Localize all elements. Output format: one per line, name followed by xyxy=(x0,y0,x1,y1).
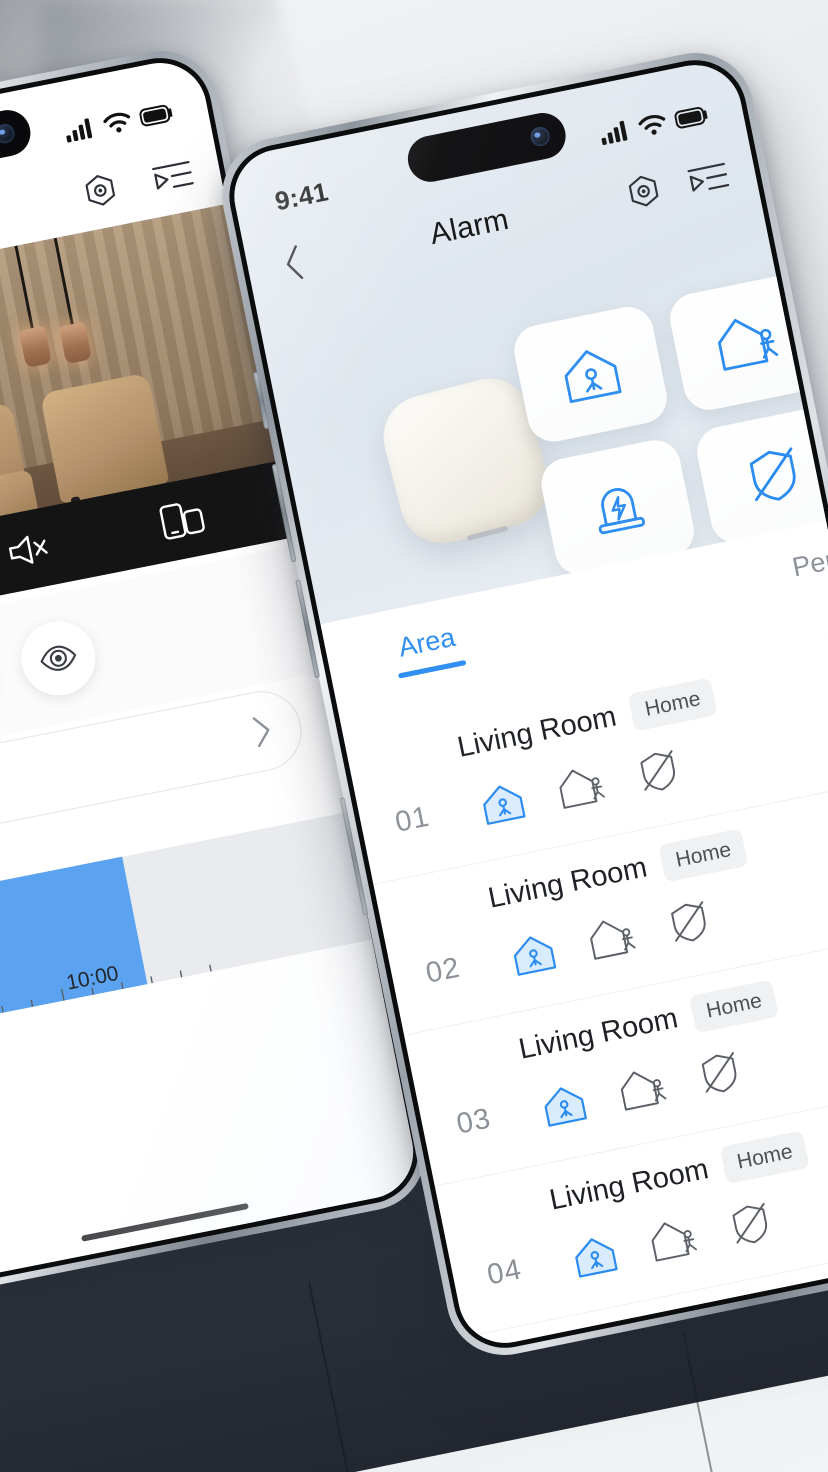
front-camera-icon xyxy=(0,122,17,145)
shield-slash-icon xyxy=(749,447,796,502)
tab-peripheral-wrapper: Periph xyxy=(780,536,828,604)
house-person-leaving-icon[interactable] xyxy=(552,761,610,814)
status-badge: Home xyxy=(719,1130,810,1185)
status-badge: Home xyxy=(627,677,718,732)
row-number: 02 xyxy=(423,951,464,990)
playlist-icon[interactable] xyxy=(685,158,733,200)
chevron-left-icon xyxy=(286,245,304,280)
status-indicators-left xyxy=(63,101,175,144)
battery-icon xyxy=(139,104,173,126)
signal-bars-icon xyxy=(601,120,628,146)
row-number: 03 xyxy=(453,1102,494,1141)
playback-header-actions xyxy=(78,154,197,213)
house-person-inside-icon[interactable] xyxy=(568,1230,622,1282)
playlist-icon[interactable] xyxy=(149,156,197,198)
status-indicators-right xyxy=(598,103,710,146)
row-title: Living Room xyxy=(546,1152,712,1217)
tab-area[interactable]: Area xyxy=(386,620,471,683)
row-number: 04 xyxy=(484,1253,525,1292)
shield-slash-icon[interactable] xyxy=(694,1048,746,1100)
tab-area-wrapper: Area xyxy=(386,620,471,683)
shield-slash-icon[interactable] xyxy=(725,1198,777,1250)
status-badge: Home xyxy=(658,828,749,883)
status-badge: Home xyxy=(689,979,780,1034)
wifi-icon xyxy=(638,115,666,135)
row-title: Living Room xyxy=(485,850,650,915)
eye-view-button[interactable] xyxy=(14,614,102,702)
row-mode-icons xyxy=(476,746,685,830)
house-person-inside-icon[interactable] xyxy=(537,1079,591,1131)
chevron-right-icon[interactable] xyxy=(247,711,278,751)
status-time-right: 9:41 xyxy=(272,175,331,216)
row-title: Living Room xyxy=(454,699,620,764)
alarm-header-actions xyxy=(621,156,732,214)
house-person-inside-icon[interactable] xyxy=(507,928,561,980)
rotate-screen-icon[interactable] xyxy=(156,496,209,542)
row-mode-icons xyxy=(537,1048,746,1132)
settings-icon[interactable] xyxy=(621,170,666,215)
wifi-icon xyxy=(103,112,131,133)
row-mode-icons xyxy=(507,897,716,981)
battery-icon xyxy=(674,106,708,128)
row-number: 01 xyxy=(392,800,433,839)
siren-bolt-icon xyxy=(598,488,645,535)
mute-icon[interactable] xyxy=(4,528,54,572)
row-mode-icons xyxy=(568,1198,777,1282)
shield-slash-icon[interactable] xyxy=(633,746,685,798)
house-person-leaving-icon[interactable] xyxy=(614,1063,672,1116)
front-camera-icon xyxy=(528,125,552,148)
house-person-leaving-icon[interactable] xyxy=(583,912,641,965)
house-person-leaving-icon[interactable] xyxy=(644,1214,702,1267)
shield-slash-icon[interactable] xyxy=(663,897,715,949)
house-person-inside-icon[interactable] xyxy=(476,777,530,829)
house-person-leaving-icon xyxy=(717,319,778,371)
armchair xyxy=(39,372,170,504)
house-person-inside-icon xyxy=(564,350,622,404)
row-title: Living Room xyxy=(516,1001,681,1066)
eye-view-icon xyxy=(40,645,77,671)
settings-icon[interactable] xyxy=(78,169,123,214)
tab-peripheral[interactable]: Periph xyxy=(780,536,828,604)
signal-bars-icon xyxy=(66,118,93,143)
scene: Playback xyxy=(0,0,828,1472)
